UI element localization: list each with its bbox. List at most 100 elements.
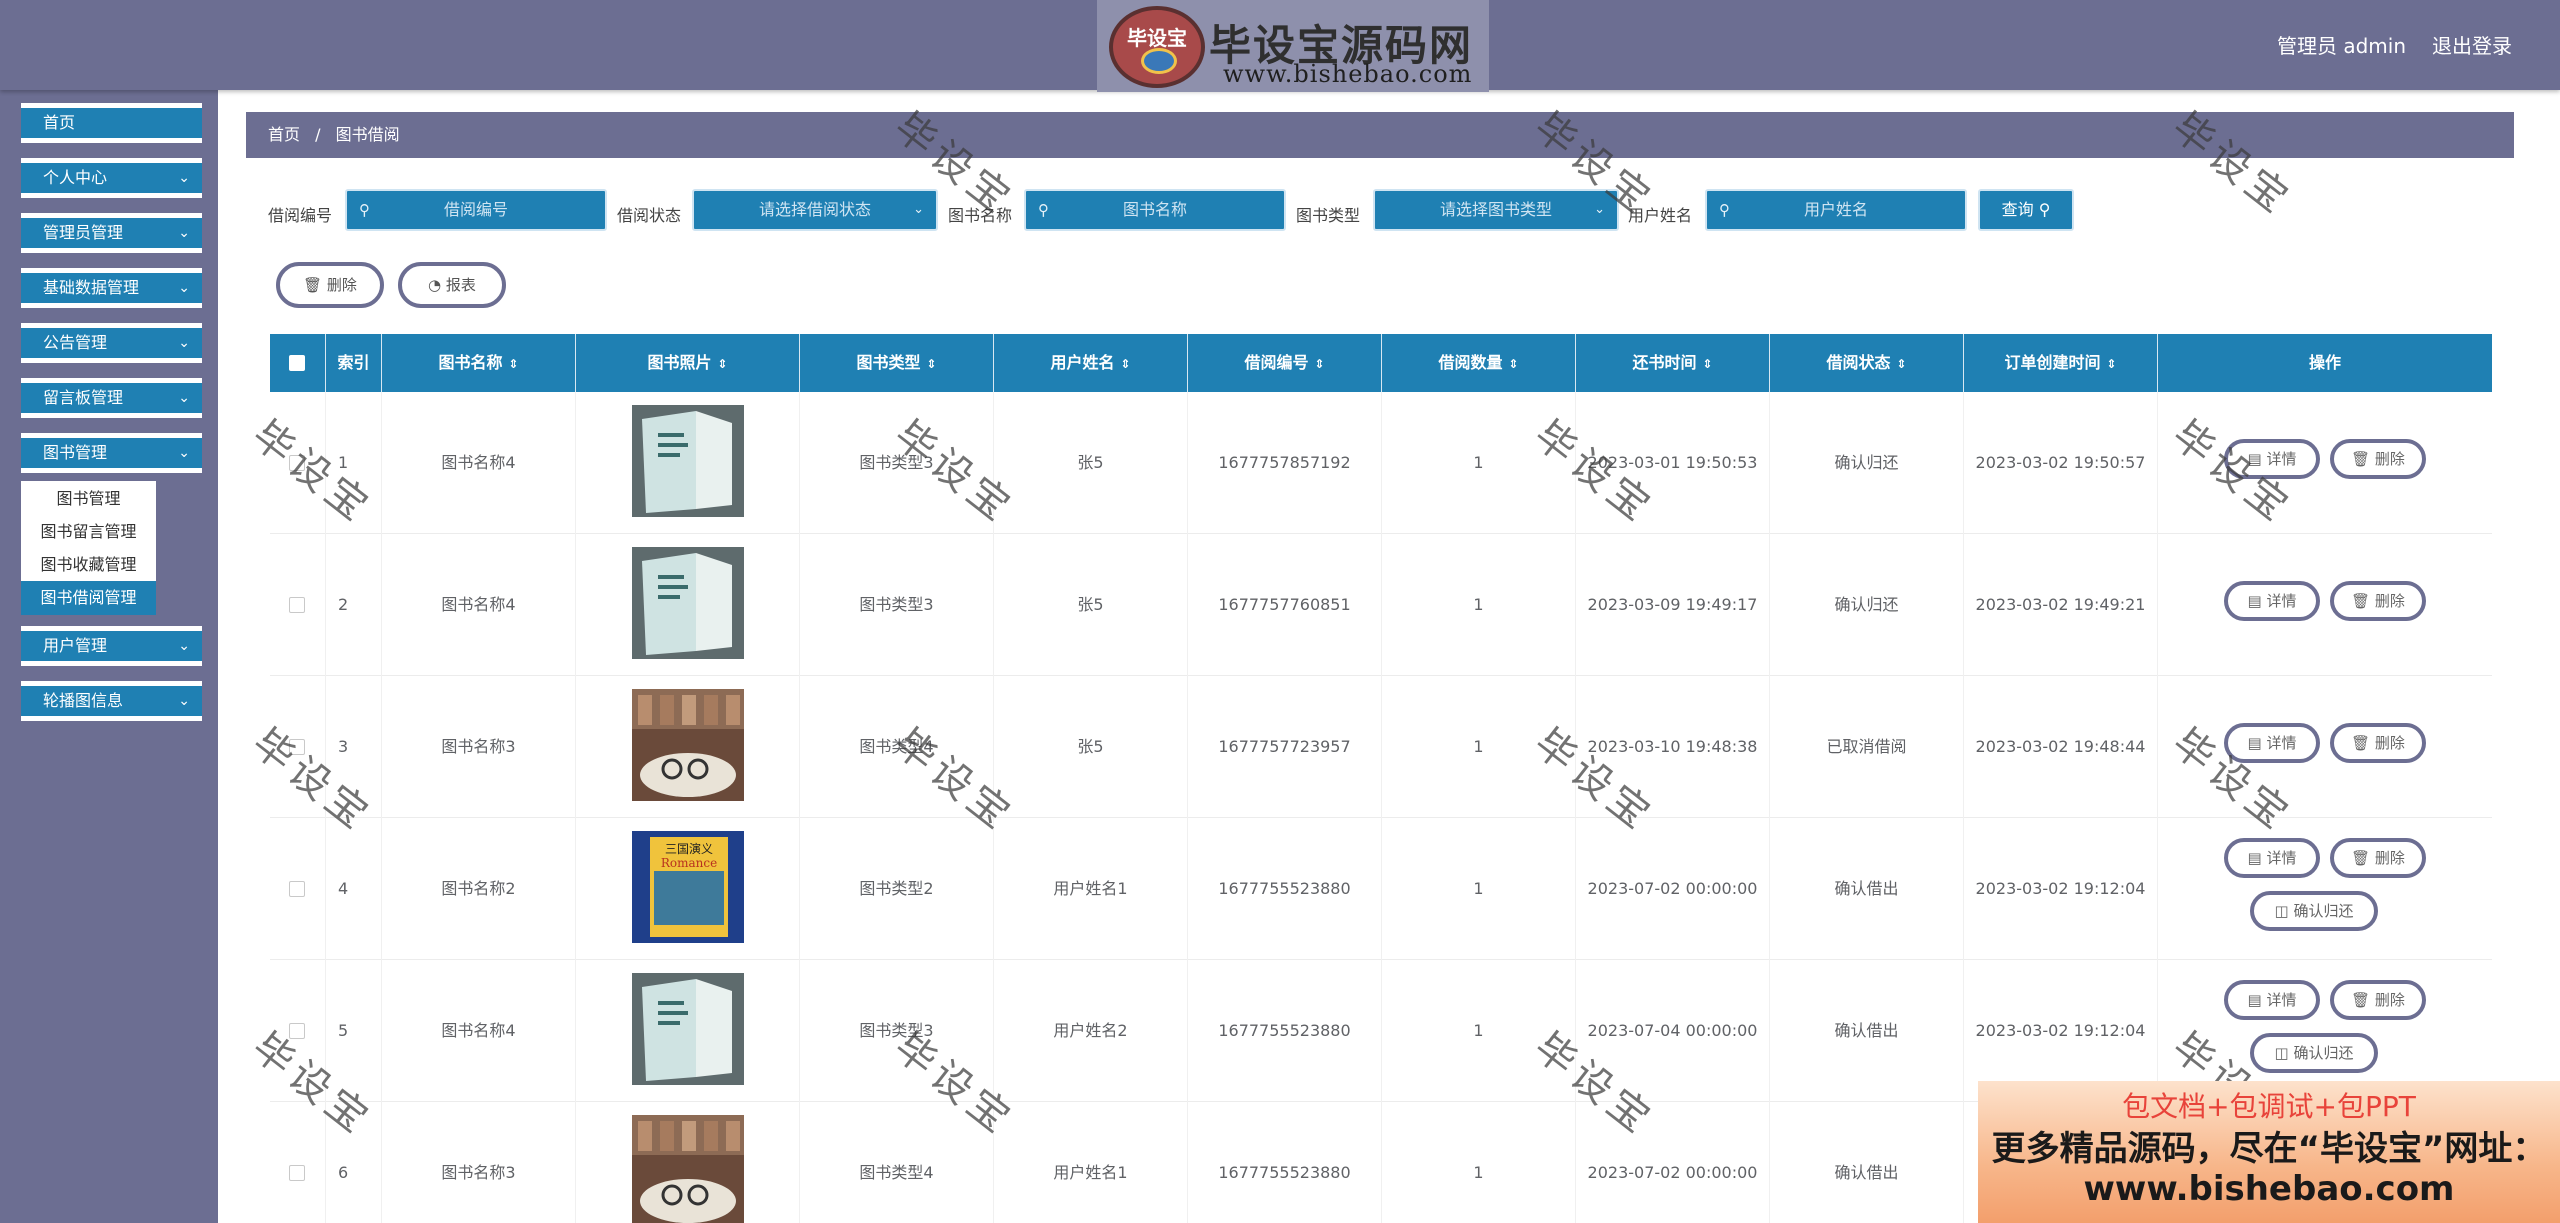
detail-button[interactable]: ▤ 详情 (2224, 439, 2320, 479)
delete-label: 删除 (2374, 734, 2405, 752)
delete-button[interactable]: 🗑 删除 (2330, 838, 2426, 878)
user-name-input[interactable]: ⚲ 用户姓名 (1705, 189, 1967, 231)
delete-button[interactable]: 🗑 删除 (2330, 723, 2426, 763)
detail-button[interactable]: ▤ 详情 (2224, 581, 2320, 621)
detail-button[interactable]: ▤ 详情 (2224, 723, 2320, 763)
sort-icon[interactable]: ⇕ (508, 357, 518, 371)
borrow-no-input[interactable]: ⚲ 借阅编号 (345, 189, 607, 231)
book-cover-image[interactable]: 三国演义 Romance (632, 831, 744, 943)
sidebar-item-base-data[interactable]: 基础数据管理 ⌄ (21, 268, 202, 308)
sidebar-item-users[interactable]: 用户管理 ⌄ (21, 626, 202, 666)
cell-status: 确认借出 (1770, 960, 1964, 1102)
confirm-return-button[interactable]: ◫ 确认归还 (2250, 1033, 2378, 1073)
sort-icon[interactable]: ⇕ (1702, 357, 1712, 371)
select-all-checkbox[interactable] (289, 355, 305, 371)
breadcrumb-current: 图书借阅 (335, 125, 400, 144)
document-icon: ▤ (2247, 734, 2262, 752)
row-checkbox[interactable] (289, 881, 305, 897)
book-cover-image[interactable] (632, 689, 744, 801)
delete-button[interactable]: 🗑 删除 (2330, 439, 2426, 479)
cell-borrow-no: 1677757857192 (1188, 392, 1382, 534)
sidebar-item-carousel[interactable]: 轮播图信息 ⌄ (21, 681, 202, 721)
book-name-input[interactable]: ⚲ 图书名称 (1024, 189, 1286, 231)
sidebar-item-notice[interactable]: 公告管理 ⌄ (21, 323, 202, 363)
cell-qty: 1 (1382, 676, 1576, 818)
col-book-photo[interactable]: 图书照片 ⇕ (576, 334, 800, 392)
col-user-name[interactable]: 用户姓名 ⇕ (994, 334, 1188, 392)
book-cover-image[interactable] (632, 973, 744, 1085)
delete-button[interactable]: 🗑 删除 (2330, 581, 2426, 621)
book-icon: ◫ (2274, 902, 2289, 920)
submenu-item-book-favorites[interactable]: 图书收藏管理 (21, 551, 156, 575)
cell-borrow-no: 1677755523880 (1188, 818, 1382, 960)
sort-icon[interactable]: ⇕ (1314, 357, 1324, 371)
cell-status: 确认归还 (1770, 392, 1964, 534)
delete-button[interactable]: 🗑 删除 (2330, 980, 2426, 1020)
col-created[interactable]: 订单创建时间 ⇕ (1964, 334, 2158, 392)
row-checkbox[interactable] (289, 1023, 305, 1039)
sort-icon[interactable]: ⇕ (1896, 357, 1906, 371)
book-cover-image[interactable] (632, 547, 744, 659)
detail-button[interactable]: ▤ 详情 (2224, 980, 2320, 1020)
report-button[interactable]: ◔ 报表 (398, 262, 506, 308)
book-cover-image[interactable] (632, 405, 744, 517)
detail-button[interactable]: ▤ 详情 (2224, 838, 2320, 878)
sidebar-item-personal[interactable]: 个人中心 ⌄ (21, 158, 202, 198)
col-qty[interactable]: 借阅数量 ⇕ (1382, 334, 1576, 392)
ad-line-1: 包文档+包调试+包PPT (2122, 1090, 2416, 1123)
submenu-item-books[interactable]: 图书管理 (21, 485, 156, 509)
sidebar-item-message-board[interactable]: 留言板管理 ⌄ (21, 378, 202, 418)
admin-name[interactable]: 管理员 admin (2277, 30, 2406, 59)
row-checkbox[interactable] (289, 739, 305, 755)
col-book-name[interactable]: 图书名称 ⇕ (382, 334, 576, 392)
col-return-time[interactable]: 还书时间 ⇕ (1576, 334, 1770, 392)
sidebar-item-home[interactable]: 首页 (21, 103, 202, 143)
sort-icon[interactable]: ⇕ (2106, 357, 2116, 371)
search-icon: ⚲ (359, 201, 370, 219)
logo-icon: 毕设宝 (1109, 6, 1205, 88)
submenu-item-book-borrow[interactable]: 图书借阅管理 (21, 581, 156, 615)
cell-return-time: 2023-07-04 00:00:00 (1576, 960, 1770, 1102)
row-checkbox[interactable] (289, 597, 305, 613)
batch-delete-button[interactable]: 🗑 删除 (276, 262, 384, 308)
cell-actions: ▤ 详情 🗑 删除 (2158, 676, 2492, 818)
borrow-status-select[interactable]: 请选择借阅状态 ⌄ (692, 189, 938, 231)
submenu-item-book-messages[interactable]: 图书留言管理 (21, 518, 156, 542)
cell-qty: 1 (1382, 534, 1576, 676)
sidebar-item-books[interactable]: 图书管理 ⌄ (21, 433, 202, 473)
sort-icon[interactable]: ⇕ (717, 357, 727, 371)
table-row: 3 图书名称3 图书类型4 张5 1677757723957 1 2023-03… (270, 676, 2492, 818)
row-checkbox[interactable] (289, 455, 305, 471)
confirm-return-button[interactable]: ◫ 确认归还 (2250, 891, 2378, 931)
logo-banner: 毕设宝 毕设宝源码网 www.bishebao.com (1097, 0, 1489, 92)
cell-book-type: 图书类型3 (800, 960, 994, 1102)
col-created-label: 订单创建时间 (2004, 353, 2101, 372)
sidebar-item-label: 管理员管理 (43, 223, 124, 242)
row-checkbox[interactable] (289, 1165, 305, 1181)
book-cover-image[interactable] (632, 1115, 744, 1223)
cell-book-name: 图书名称3 (382, 1102, 576, 1223)
book-type-select[interactable]: 请选择图书类型 ⌄ (1373, 189, 1619, 231)
col-borrow-no-label: 借阅编号 (1244, 353, 1309, 372)
chevron-down-icon: ⌄ (1594, 202, 1605, 217)
table-header: 索引 图书名称 ⇕ 图书照片 ⇕ 图书类型 ⇕ 用户姓名 ⇕ 借阅编号 ⇕ 借阅数量 ⇕ 还… (270, 334, 2492, 392)
col-borrow-no[interactable]: 借阅编号 ⇕ (1188, 334, 1382, 392)
sort-icon[interactable]: ⇕ (926, 357, 936, 371)
sort-icon[interactable]: ⇕ (1120, 357, 1130, 371)
book-type-label: 图书类型 (1296, 206, 1361, 225)
sort-icon[interactable]: ⇕ (1508, 357, 1518, 371)
search-icon: ⚲ (2038, 200, 2051, 219)
trash-icon: 🗑 (2351, 991, 2371, 1009)
logout-link[interactable]: 退出登录 (2432, 30, 2512, 59)
col-status[interactable]: 借阅状态 ⇕ (1770, 334, 1964, 392)
book-icon: ◫ (2274, 1044, 2289, 1062)
ad-banner[interactable]: 包文档+包调试+包PPT 更多精品源码，尽在“毕设宝”网址： www.bishe… (1978, 1081, 2560, 1223)
query-button[interactable]: 查询 ⚲ (1978, 189, 2074, 231)
detail-label: 详情 (2266, 592, 2297, 610)
cell-created: 2023-03-02 19:50:57 (1964, 392, 2158, 534)
borrow-no-placeholder: 借阅编号 (443, 200, 508, 219)
sidebar-item-admin[interactable]: 管理员管理 ⌄ (21, 213, 202, 253)
breadcrumb-home[interactable]: 首页 (268, 125, 300, 144)
col-book-type[interactable]: 图书类型 ⇕ (800, 334, 994, 392)
cell-status: 确认借出 (1770, 818, 1964, 960)
